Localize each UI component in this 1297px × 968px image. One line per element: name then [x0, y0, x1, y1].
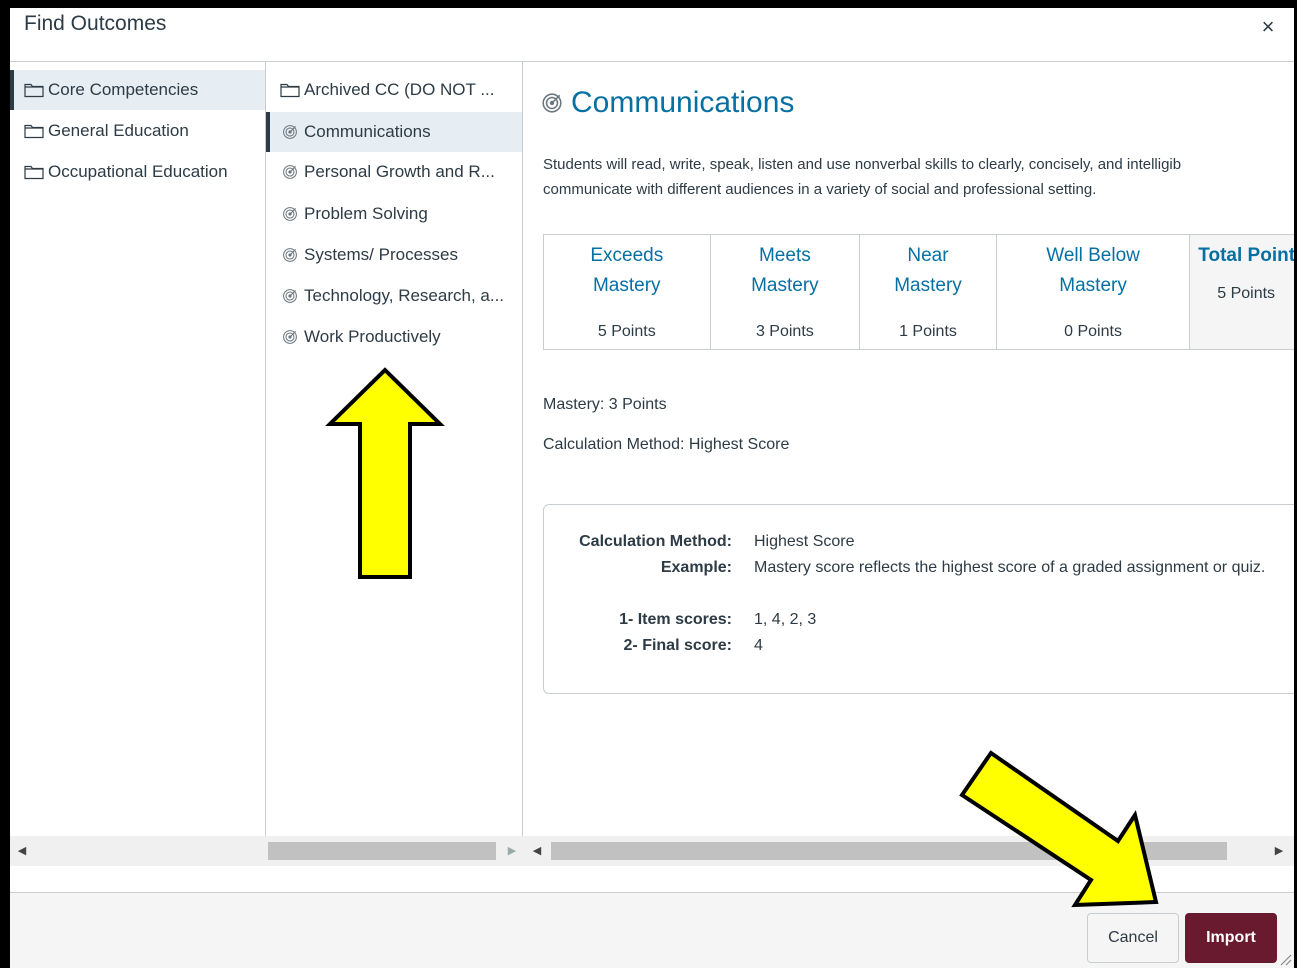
rating-cell: Near Mastery 1 Points [860, 235, 997, 349]
outcome-item-label: Personal Growth and R... [304, 162, 495, 181]
outcome-item-label: Communications [304, 122, 431, 141]
group-item-core-competencies[interactable]: Core Competencies [10, 70, 265, 110]
rating-points: 3 Points [755, 323, 814, 340]
outcome-item-label: Systems/ Processes [304, 245, 458, 264]
calc-method-value: Highest Score [754, 533, 855, 550]
outcome-item-label: Work Productively [304, 327, 441, 346]
outcome-target-icon [283, 248, 297, 262]
rating-title: Well Below Mastery [1046, 245, 1140, 296]
outcome-target-icon [542, 93, 562, 113]
outcome-target-icon [283, 207, 297, 221]
calculation-method: Calculation Method: Highest Score [543, 436, 790, 453]
rating-cell: Well Below Mastery 0 Points [997, 235, 1191, 349]
group-item-label: Occupational Education [48, 162, 228, 181]
outcome-target-icon [283, 165, 297, 179]
outcome-item-label: Technology, Research, a... [304, 286, 505, 305]
rating-title: Near Mastery [894, 245, 962, 296]
scroll-right-icon[interactable]: ▶ [502, 836, 522, 866]
rating-points: 1 Points [899, 323, 957, 340]
rating-title: Exceeds Mastery [590, 245, 664, 296]
outcome-folder-archived[interactable]: Archived CC (DO NOT ... [266, 70, 522, 110]
find-outcomes-dialog: Find Outcomes × Core Competencies Genera… [10, 8, 1294, 968]
cancel-button[interactable]: Cancel [1087, 913, 1179, 963]
outcome-detail-title: Communications [541, 86, 794, 120]
outcome-item-label: Problem Solving [304, 204, 428, 223]
scrollbar-thumb[interactable] [268, 842, 496, 860]
scroll-left-icon[interactable]: ◀ [527, 836, 547, 866]
final-score-label: 2- Final score: [623, 637, 732, 654]
item-scores-label: 1- Item scores: [619, 611, 732, 628]
mastery-points: Mastery: 3 Points [543, 396, 667, 413]
description-line: Students will read, write, speak, listen… [543, 156, 1182, 173]
group-item-label: General Education [48, 121, 189, 140]
groups-pane: Core Competencies General Education Occu… [10, 62, 266, 836]
dialog-title: Find Outcomes [24, 12, 167, 35]
calculation-method-box: Calculation Method: Highest Score Exampl… [543, 504, 1294, 694]
example-value: Mastery score reflects the highest score… [754, 559, 1266, 576]
scroll-left-icon[interactable]: ◀ [12, 836, 32, 866]
rating-cell: Meets Mastery 3 Points [711, 235, 861, 349]
rating-points: 0 Points [1064, 323, 1122, 340]
scroll-right-icon[interactable]: ▶ [1269, 836, 1289, 866]
import-button[interactable]: Import [1185, 913, 1277, 963]
detail-pane-scrollbar[interactable]: ◀ ▶ [523, 836, 1294, 866]
outcome-detail-pane: Communications Students will read, write… [523, 62, 1294, 836]
outcome-item-personal-growth[interactable]: Personal Growth and R... [266, 152, 522, 192]
folder-icon [24, 124, 44, 139]
item-scores-value: 1, 4, 2, 3 [754, 611, 817, 628]
outcomes-pane: Archived CC (DO NOT ... Communications P… [266, 62, 523, 836]
dialog-titlebar: Find Outcomes × [10, 8, 1294, 62]
outcome-item-technology-research[interactable]: Technology, Research, a... [266, 276, 522, 316]
dialog-footer: Cancel Import [10, 892, 1294, 968]
example-label: Example: [660, 559, 732, 576]
folder-icon [24, 165, 44, 180]
description-line: communicate with different audiences in … [543, 181, 1097, 198]
close-icon[interactable]: × [1256, 15, 1280, 39]
folder-icon [280, 83, 300, 98]
total-points-value: 5 Points [1217, 285, 1276, 302]
group-item-label: Core Competencies [48, 80, 199, 99]
outcome-description: Students will read, write, speak, listen… [543, 152, 1294, 202]
rating-points: 5 Points [597, 323, 656, 340]
total-points-title: Total Point [1198, 245, 1294, 266]
outcome-item-systems-processes[interactable]: Systems/ Processes [266, 235, 522, 275]
outcome-item-communications[interactable]: Communications [266, 112, 522, 152]
outcome-item-work-productively[interactable]: Work Productively [266, 317, 522, 357]
outcome-title-text: Communications [571, 86, 795, 119]
calc-method-label: Calculation Method: [579, 533, 732, 550]
resize-grip-icon[interactable] [1278, 952, 1292, 966]
outcome-target-icon [283, 289, 297, 303]
groups-pane-scrollbar[interactable]: ◀ [10, 836, 266, 866]
scrollbar-thumb[interactable] [551, 842, 1227, 860]
rubric-ratings-table: Exceeds Mastery 5 Points Meets Mastery 3 P… [543, 234, 1294, 350]
group-item-occupational-education[interactable]: Occupational Education [10, 152, 265, 192]
outcome-target-icon [283, 330, 297, 344]
rating-title: Meets Mastery [751, 245, 819, 296]
outcome-item-label: Archived CC (DO NOT ... [304, 80, 495, 99]
outcome-target-icon [283, 125, 297, 139]
outcome-item-problem-solving[interactable]: Problem Solving [266, 194, 522, 234]
outcomes-pane-scrollbar[interactable]: ▶ [266, 836, 523, 866]
final-score-value: 4 [754, 637, 763, 654]
rating-cell: Exceeds Mastery 5 Points [544, 235, 711, 349]
group-item-general-education[interactable]: General Education [10, 111, 265, 151]
total-points-cell: Total Point 5 Points [1190, 235, 1294, 349]
folder-icon [24, 83, 44, 98]
